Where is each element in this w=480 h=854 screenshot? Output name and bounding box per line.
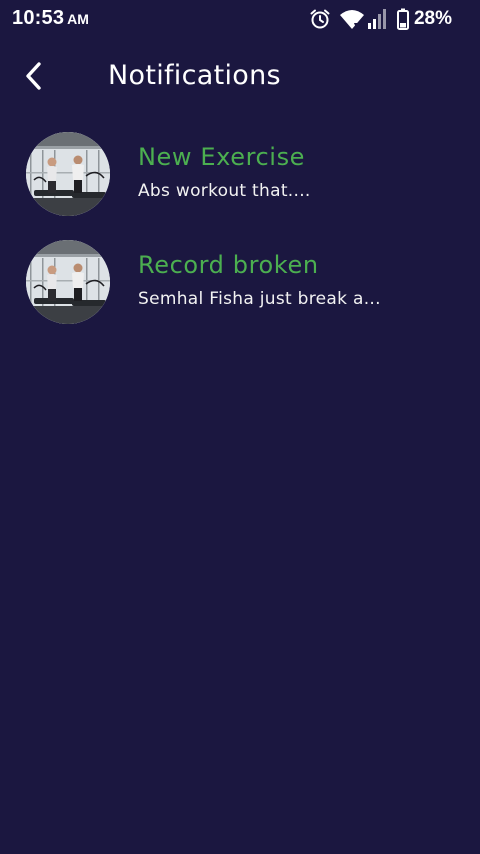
signal-icon [367, 8, 387, 30]
notification-message: Semhal Fisha just break a... [138, 289, 381, 309]
status-time-value: 10:53 [12, 7, 65, 29]
notification-title: New Exercise [138, 143, 306, 171]
battery-percent: 28% [413, 8, 452, 29]
battery-icon [396, 8, 409, 30]
notification-avatar [26, 240, 110, 324]
page-title: Notifications [108, 60, 281, 91]
notification-list: New Exercise Abs workout that.... Record… [0, 126, 480, 342]
chevron-left-icon [23, 60, 45, 96]
status-icons: 28% [309, 6, 452, 32]
wifi-icon [339, 8, 365, 30]
status-time-ampm: AM [67, 11, 89, 27]
alarm-icon [309, 8, 331, 30]
app-header: Notifications [0, 48, 480, 108]
status-bar: 10:53 AM 28% [0, 0, 480, 38]
notification-message: Abs workout that.... [138, 181, 311, 201]
notification-avatar [26, 132, 110, 216]
back-button[interactable] [14, 58, 54, 98]
notification-item[interactable]: Record broken Semhal Fisha just break a.… [0, 234, 480, 342]
notification-item[interactable]: New Exercise Abs workout that.... [0, 126, 480, 234]
notification-title: Record broken [138, 251, 319, 279]
status-time: 10:53 AM [12, 7, 89, 30]
